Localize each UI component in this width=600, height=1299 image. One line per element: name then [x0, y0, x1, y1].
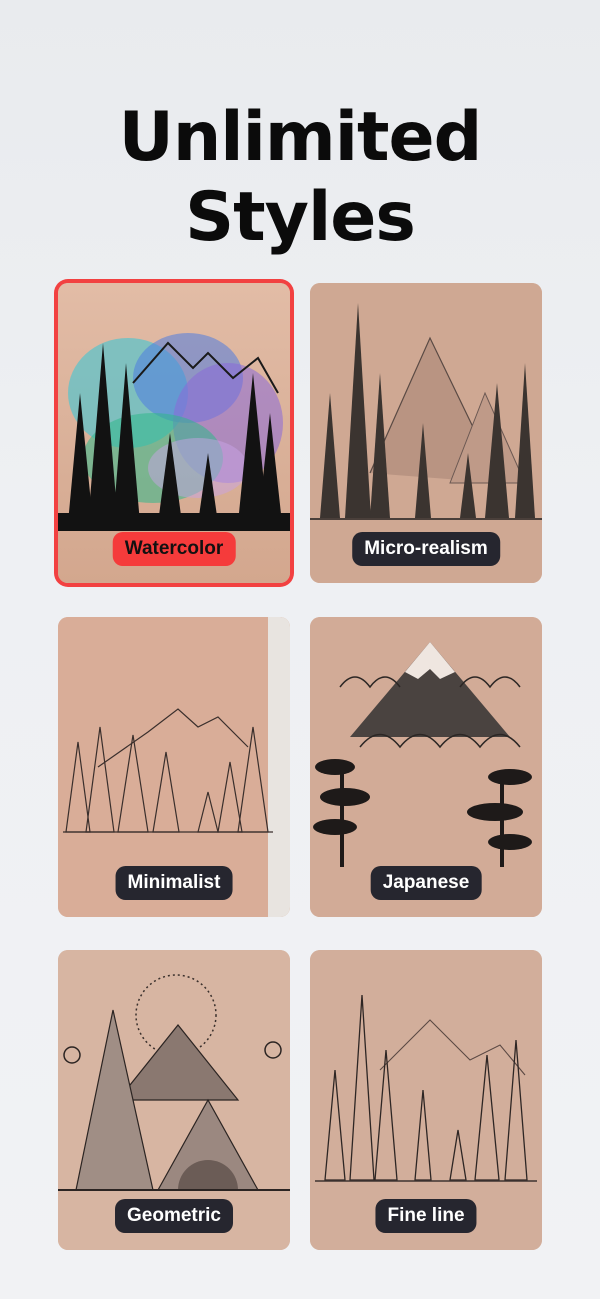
- title-line-1: Unlimited: [118, 97, 483, 177]
- style-card-geometric[interactable]: Geometric: [58, 950, 290, 1250]
- style-grid: Watercolor Micro-realism Minimalist Japa…: [58, 283, 542, 1251]
- style-label: Fine line: [375, 1199, 477, 1233]
- style-label: Japanese: [370, 866, 482, 900]
- style-card-micro-realism[interactable]: Micro-realism: [310, 283, 542, 583]
- style-label: Geometric: [115, 1199, 233, 1233]
- style-card-fine-line[interactable]: Fine line: [310, 950, 542, 1250]
- style-label: Micro-realism: [352, 532, 500, 566]
- style-card-watercolor[interactable]: Watercolor: [58, 283, 290, 583]
- style-label: Watercolor: [112, 532, 236, 566]
- style-label: Minimalist: [115, 866, 233, 900]
- title-line-2: Styles: [185, 177, 416, 257]
- style-card-minimalist[interactable]: Minimalist: [58, 617, 290, 917]
- page-title: Unlimited Styles: [0, 98, 600, 258]
- style-card-japanese[interactable]: Japanese: [310, 617, 542, 917]
